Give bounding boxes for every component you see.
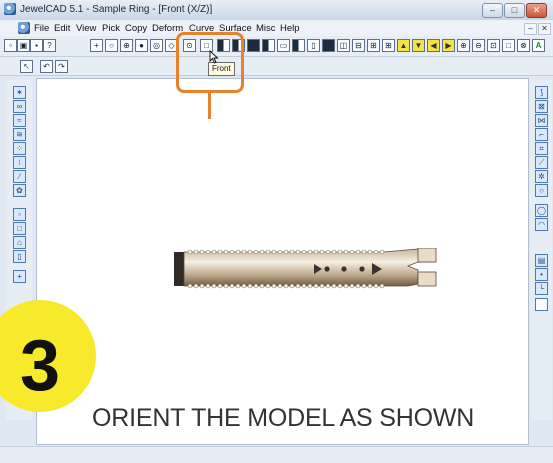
step-number: 3	[19, 326, 61, 406]
view-6-icon[interactable]	[292, 39, 305, 52]
zoom-in-icon[interactable]: ⊕	[457, 39, 470, 52]
curve-tool-icon[interactable]: ⟆	[535, 86, 548, 99]
target-icon[interactable]: ◎	[150, 39, 163, 52]
filled-circle-icon[interactable]: ●	[135, 39, 148, 52]
title-bar: JewelCAD 5.1 - Sample Ring - [Front (X/Z…	[0, 0, 553, 21]
status-bar	[0, 446, 553, 463]
view-4-icon[interactable]	[262, 39, 275, 52]
ring-prong-top	[417, 248, 437, 263]
curve-star-icon[interactable]: ✲	[535, 170, 548, 183]
tool-doc-icon[interactable]: ▤	[535, 254, 548, 267]
menu-pick[interactable]: Pick	[102, 23, 120, 34]
menu-deform[interactable]: Deform	[152, 23, 183, 34]
maximize-button[interactable]: □	[504, 3, 525, 18]
setting-hole	[341, 266, 347, 272]
curve-arc-icon[interactable]: ◠	[535, 218, 548, 231]
secondary-toolbar: ↖ ↶ ↷	[0, 57, 553, 76]
curve-cross-icon[interactable]: ⋈	[535, 114, 548, 127]
four-view-icon[interactable]: ⊞	[382, 39, 395, 52]
ring-prong-bottom	[417, 271, 437, 287]
menu-help[interactable]: Help	[280, 23, 300, 34]
mdi-minimize-button[interactable]: –	[524, 23, 537, 35]
curve-oval-icon[interactable]: ◯	[535, 204, 548, 217]
tool-dot-icon[interactable]: •	[535, 268, 548, 281]
fit-view-icon[interactable]: □	[502, 39, 515, 52]
save-icon[interactable]: ▪	[30, 39, 43, 52]
curve-diagonal-icon[interactable]: ⟋	[535, 156, 548, 169]
grid-view-icon[interactable]: ⊞	[367, 39, 380, 52]
right-tool-palette: ⟆ ⊠ ⋈ ⌐ ⌗ ⟋ ✲ ○ ◯ ◠ ▤ • └	[530, 80, 552, 420]
circle-icon[interactable]: ○	[105, 39, 118, 52]
callout-pointer	[208, 93, 211, 119]
ring-model[interactable]	[172, 248, 444, 298]
pick-layer-icon[interactable]: ⁝	[13, 156, 26, 169]
mdi-close-button[interactable]: ✕	[538, 23, 551, 35]
ring-band	[183, 248, 435, 287]
arrow-right-icon[interactable]: ▶	[442, 39, 455, 52]
undo-icon[interactable]: ↶	[40, 60, 53, 73]
cylinder-tool-icon[interactable]: ▯	[13, 250, 26, 263]
plus-icon[interactable]: +	[90, 39, 103, 52]
pick-group-icon[interactable]: ⁘	[13, 142, 26, 155]
menu-view[interactable]: View	[76, 23, 96, 34]
pick-gear-icon[interactable]: ✿	[13, 184, 26, 197]
pick-tool-icon[interactable]: ✶	[13, 86, 26, 99]
redo-icon[interactable]: ↷	[55, 60, 68, 73]
view-8-icon[interactable]	[322, 39, 335, 52]
help-pointer-icon[interactable]: ?	[43, 39, 56, 52]
curve-box-icon[interactable]: ⌗	[535, 142, 548, 155]
split-view-icon[interactable]: ◫	[337, 39, 350, 52]
setting-hole	[359, 266, 365, 272]
coordinate-tool-icon[interactable]: +	[13, 270, 26, 283]
setting-hole	[324, 266, 330, 272]
arrow-left-icon[interactable]: ◀	[427, 39, 440, 52]
view-7-icon[interactable]: ▯	[307, 39, 320, 52]
view-5-icon[interactable]: ▭	[277, 39, 290, 52]
pick-curve-icon[interactable]: ≈	[13, 114, 26, 127]
tool-blank-icon[interactable]	[535, 298, 548, 311]
mouse-pointer-icon	[209, 50, 219, 64]
step-caption: ORIENT THE MODEL AS SHOWN	[92, 404, 475, 432]
close-button[interactable]: ✕	[526, 3, 547, 18]
new-file-icon[interactable]: ▫	[4, 39, 17, 52]
curve-corner-icon[interactable]: ⌐	[535, 128, 548, 141]
zoom-out-icon[interactable]: ⊖	[472, 39, 485, 52]
pick-line-icon[interactable]: ∕	[13, 170, 26, 183]
zoom-all-icon[interactable]: ⊗	[517, 39, 530, 52]
jewelcad-app-icon	[4, 3, 16, 15]
front-tooltip: Front	[208, 62, 235, 76]
dome-tool-icon[interactable]: ⌂	[13, 236, 26, 249]
minimize-button[interactable]: –	[482, 3, 503, 18]
document-icon[interactable]	[18, 22, 30, 34]
two-view-icon[interactable]: ⊟	[352, 39, 365, 52]
open-folder-icon[interactable]: ▣	[17, 39, 30, 52]
arrow-down-icon[interactable]: ▼	[412, 39, 425, 52]
main-toolbar: ▫ ▣ ▪ ? + ○ ⊕ ● ◎ ◇ ⊙ □ ▭ ▯ ◫ ⊟ ⊞ ⊞ ▲ ▼ …	[0, 36, 553, 57]
pick-all-icon[interactable]: ∞	[13, 100, 26, 113]
select-arrow-icon[interactable]: ↖	[20, 60, 33, 73]
menu-copy[interactable]: Copy	[125, 23, 147, 34]
crosshair-circle-icon[interactable]: ⊕	[120, 39, 133, 52]
menu-bar: File Edit View Pick Copy Deform Curve Su…	[0, 20, 553, 36]
zoom-window-icon[interactable]: ⊡	[487, 39, 500, 52]
text-tool-icon[interactable]: A	[532, 39, 545, 52]
pick-surface-icon[interactable]: ≋	[13, 128, 26, 141]
arrow-up-icon[interactable]: ▲	[397, 39, 410, 52]
solid-view-icon[interactable]	[247, 39, 260, 52]
box-tool-icon[interactable]: ▫	[13, 208, 26, 221]
menu-edit[interactable]: Edit	[54, 23, 70, 34]
menu-file[interactable]: File	[34, 23, 49, 34]
rectangle-tool-icon[interactable]: □	[13, 222, 26, 235]
window-title: JewelCAD 5.1 - Sample Ring - [Front (X/Z…	[20, 4, 213, 15]
tool-corner-icon[interactable]: └	[535, 282, 548, 295]
app-window: JewelCAD 5.1 - Sample Ring - [Front (X/Z…	[0, 0, 553, 463]
menu-misc[interactable]: Misc	[256, 23, 276, 34]
curve-circle-icon[interactable]: ○	[535, 184, 548, 197]
curve-edit-icon[interactable]: ⊠	[535, 100, 548, 113]
